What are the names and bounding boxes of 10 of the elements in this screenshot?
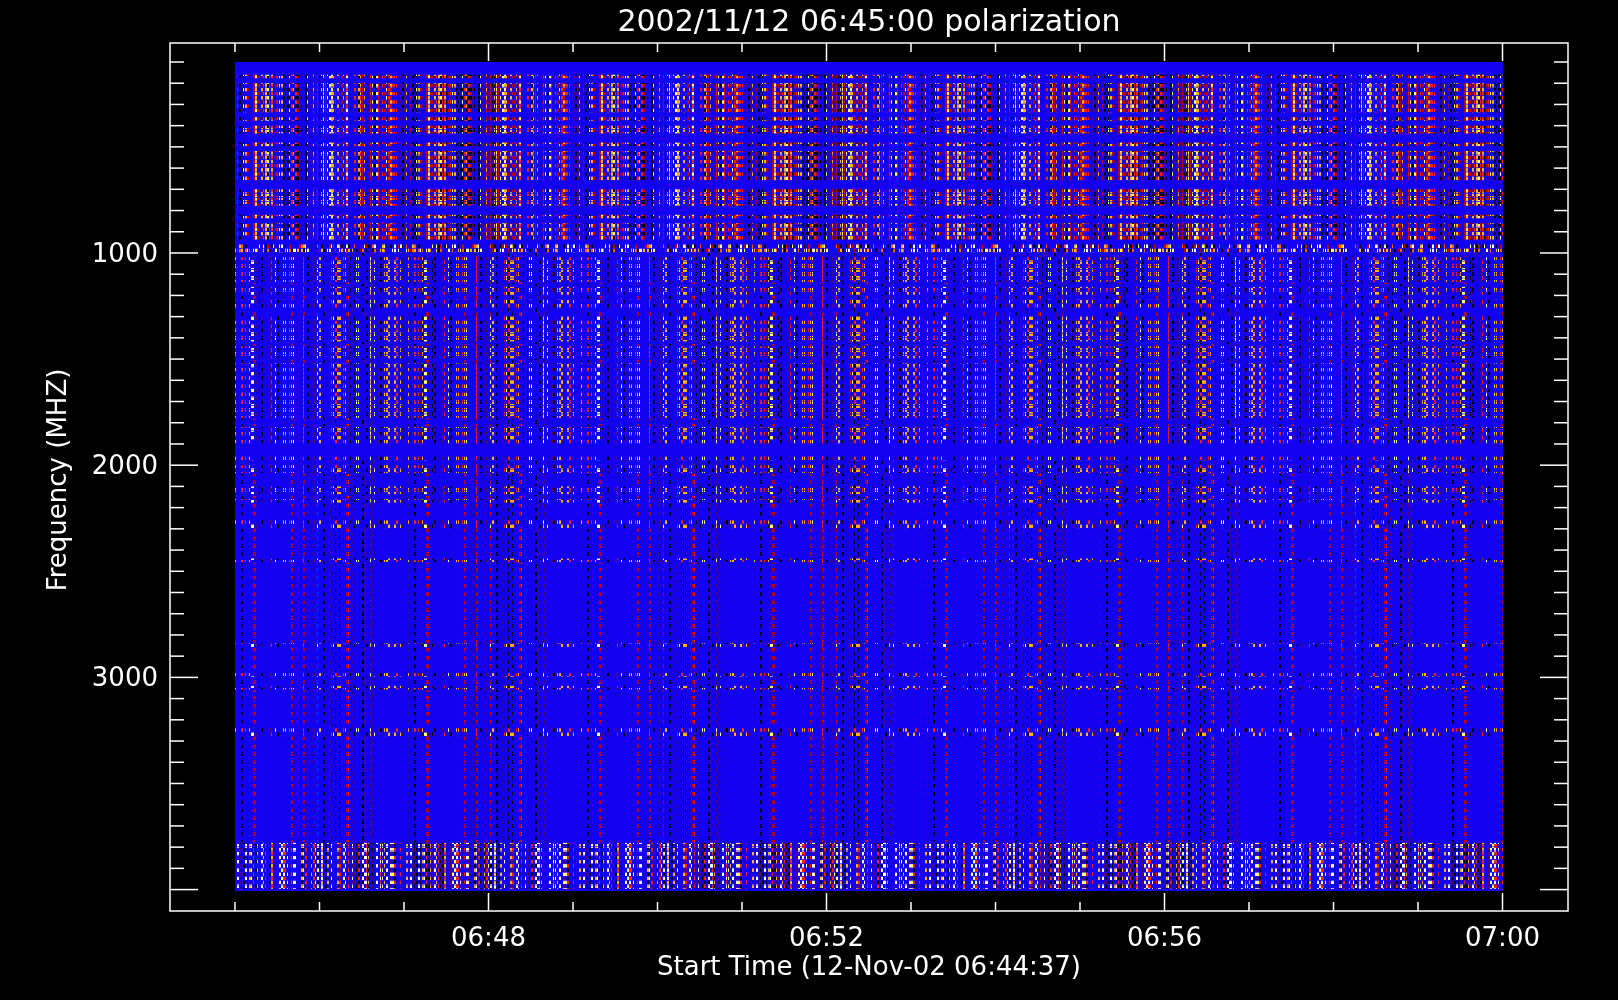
y-axis-label: Frequency (MHZ) [42,368,72,592]
x-tick-label: 06:52 [789,922,864,952]
y-tick-label: 1000 [91,238,158,268]
x-tick-label: 06:48 [451,922,526,952]
y-tick-label: 3000 [91,662,158,693]
x-tick-label: 07:00 [1465,922,1540,952]
y-tick-label: 2000 [91,450,158,481]
x-axis-label: Start Time (12-Nov-02 06:44:37) [657,951,1081,981]
x-tick-label: 06:56 [1127,922,1202,952]
chart-title: 2002/11/12 06:45:00 polarization [617,3,1121,38]
